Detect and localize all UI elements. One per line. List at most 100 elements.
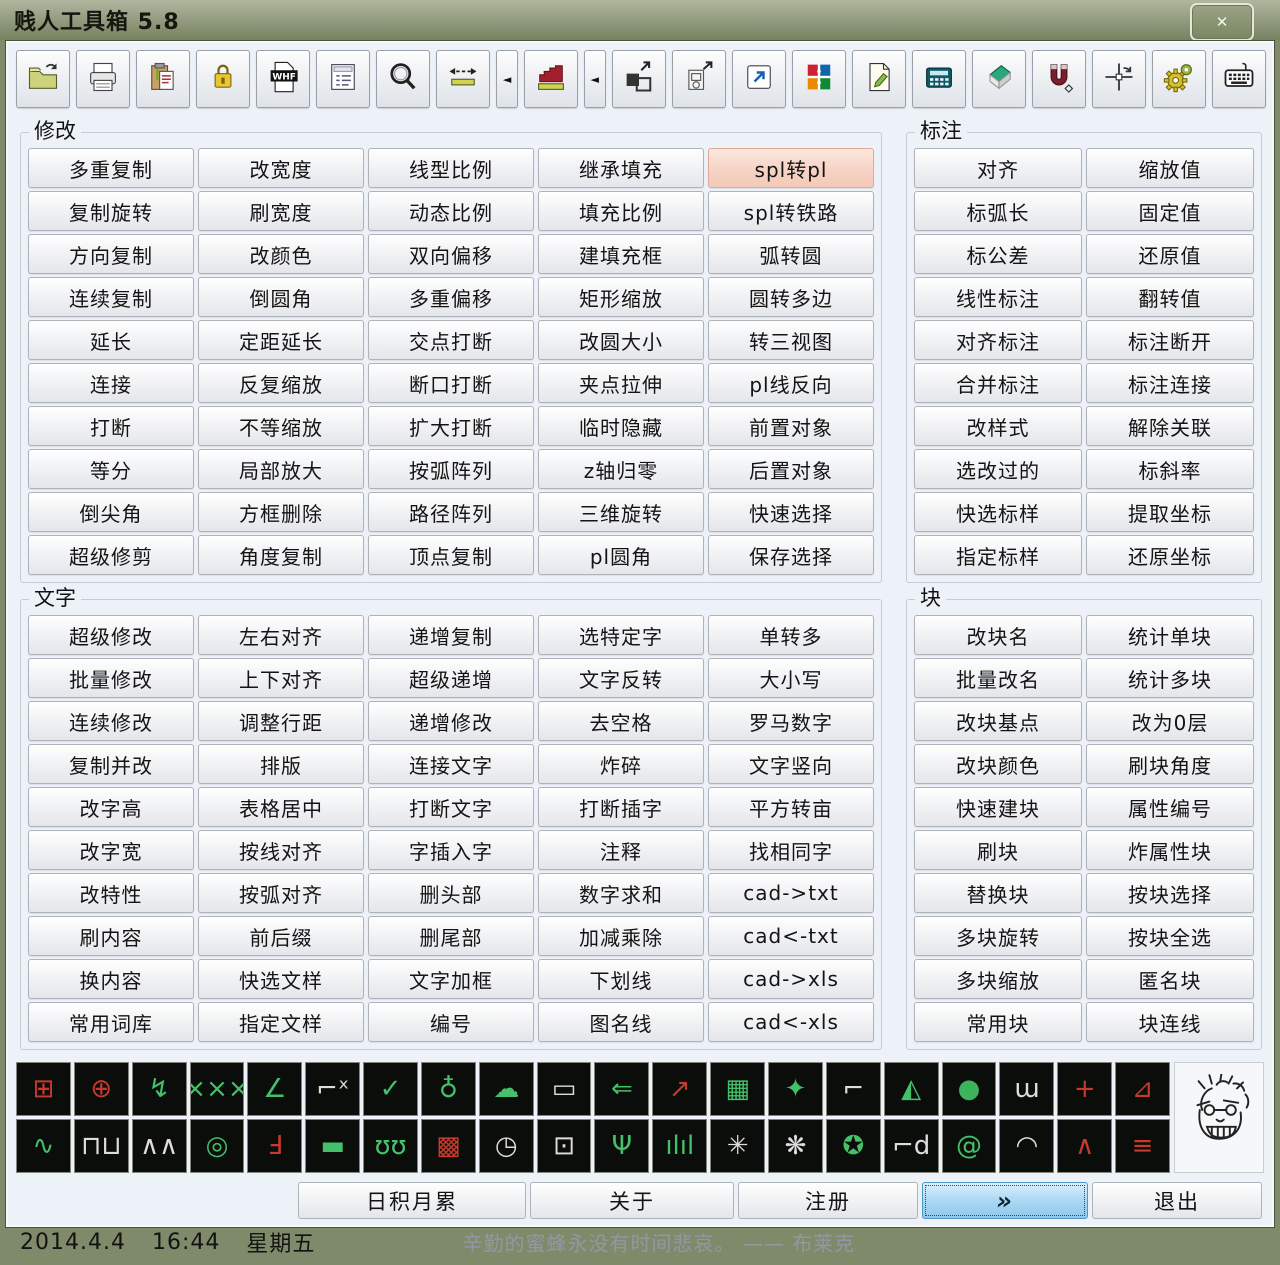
sine-wave-icon[interactable]: ∿ xyxy=(16,1119,71,1173)
tool-button[interactable]: 倒尖角 xyxy=(28,492,194,532)
about-button[interactable]: 关于 xyxy=(530,1182,734,1219)
tool-button[interactable]: cad<-txt xyxy=(708,916,874,956)
tool-button[interactable]: 打断插字 xyxy=(538,787,704,827)
line-graph-icon[interactable]: ⊿ xyxy=(1115,1062,1170,1116)
tool-button[interactable]: 单转多 xyxy=(708,615,874,655)
tool-button[interactable]: cad->xls xyxy=(708,959,874,999)
tool-button[interactable]: 翻转值 xyxy=(1086,277,1254,317)
tool-button[interactable]: 合并标注 xyxy=(914,363,1082,403)
tool-button[interactable]: 标注断开 xyxy=(1086,320,1254,360)
tool-button[interactable]: 方框删除 xyxy=(198,492,364,532)
tool-button[interactable]: 换内容 xyxy=(28,959,194,999)
tool-button[interactable]: 文字竖向 xyxy=(708,744,874,784)
tool-button[interactable]: 局部放大 xyxy=(198,449,364,489)
coordinate-marks-icon[interactable]: ⌐ˣ xyxy=(305,1062,361,1116)
close-button[interactable]: ✕ xyxy=(1190,3,1254,41)
tool-button[interactable]: 顶点复制 xyxy=(368,535,534,575)
area-chart-button[interactable] xyxy=(523,50,578,108)
tool-button[interactable]: 快速选择 xyxy=(708,492,874,532)
tool-button[interactable]: 改圆大小 xyxy=(538,320,704,360)
tool-button[interactable]: 字插入字 xyxy=(368,830,534,870)
tool-button[interactable]: 连接文字 xyxy=(368,744,534,784)
tool-button[interactable]: 填充比例 xyxy=(538,191,704,231)
tool-button[interactable]: z轴归零 xyxy=(538,449,704,489)
tool-button[interactable]: 缩放值 xyxy=(1086,148,1254,188)
tool-button[interactable]: 双向偏移 xyxy=(368,234,534,274)
revision-cloud-icon[interactable]: ☁ xyxy=(478,1062,534,1116)
crosshair-rotate-button[interactable] xyxy=(1091,50,1146,108)
open-folder-button[interactable] xyxy=(16,50,71,108)
dot-blob-icon[interactable]: ● xyxy=(941,1062,997,1116)
spring-coil-icon[interactable]: ʊʊ xyxy=(363,1119,418,1173)
tool-button[interactable]: 定距延长 xyxy=(198,320,364,360)
gauge-arc-icon[interactable]: ◠ xyxy=(999,1119,1055,1173)
gear-flower-icon[interactable]: ✳ xyxy=(710,1119,766,1173)
tool-button[interactable]: 连续复制 xyxy=(28,277,194,317)
tool-button[interactable]: 对齐 xyxy=(914,148,1082,188)
tool-button[interactable]: 刷块 xyxy=(914,830,1082,870)
tool-button[interactable]: 方向复制 xyxy=(28,234,194,274)
tool-button[interactable]: cad<-xls xyxy=(708,1002,874,1042)
clipboard-paste-button[interactable] xyxy=(136,50,191,108)
tool-button[interactable]: 弧转圆 xyxy=(708,234,874,274)
signal-noise-icon[interactable]: ılıl xyxy=(652,1119,708,1173)
expand-button[interactable]: » xyxy=(922,1182,1088,1219)
tool-button[interactable]: pl线反向 xyxy=(708,363,874,403)
tool-button[interactable]: 批量改名 xyxy=(914,658,1082,698)
tool-button[interactable]: 断口打断 xyxy=(368,363,534,403)
square-wave-icon[interactable]: ⊓⊔ xyxy=(73,1119,129,1173)
curve-chart-icon[interactable]: ↗ xyxy=(652,1062,708,1116)
tool-button[interactable]: 按线对齐 xyxy=(198,830,364,870)
tool-button[interactable]: 批量修改 xyxy=(28,658,194,698)
tool-button[interactable]: 复制并改 xyxy=(28,744,194,784)
magnet-button[interactable] xyxy=(1031,50,1086,108)
tool-button[interactable]: 属性编号 xyxy=(1086,787,1254,827)
tool-button[interactable]: 打断 xyxy=(28,406,194,446)
daily-tips-button[interactable]: 日积月累 xyxy=(298,1182,526,1219)
tool-button[interactable]: 标公差 xyxy=(914,234,1082,274)
tool-button[interactable]: 加减乘除 xyxy=(538,916,704,956)
thick-line-icon[interactable]: ▬ xyxy=(305,1119,361,1173)
tool-button[interactable]: 平方转亩 xyxy=(708,787,874,827)
tool-button[interactable]: 炸碎 xyxy=(538,744,704,784)
tool-button[interactable]: 改为0层 xyxy=(1086,701,1254,741)
table-grid-icon[interactable]: ▦ xyxy=(710,1062,766,1116)
red-cross-icon[interactable]: + xyxy=(1057,1062,1113,1116)
tool-button[interactable]: 标斜率 xyxy=(1086,449,1254,489)
hatched-square-icon[interactable]: ▩ xyxy=(420,1119,476,1173)
concentric-circles-icon[interactable]: ◎ xyxy=(189,1119,245,1173)
exit-button[interactable]: 退出 xyxy=(1092,1182,1262,1219)
tool-button[interactable]: 文字加框 xyxy=(368,959,534,999)
tool-button[interactable]: 角度复制 xyxy=(198,535,364,575)
tool-button[interactable]: 改块颜色 xyxy=(914,744,1082,784)
tool-button[interactable]: 炸属性块 xyxy=(1086,830,1254,870)
open-external-button[interactable] xyxy=(731,50,786,108)
tool-button[interactable]: 前置对象 xyxy=(708,406,874,446)
compass-needle-icon[interactable]: ◭ xyxy=(883,1062,939,1116)
tool-button[interactable]: 删头部 xyxy=(368,873,534,913)
tool-button[interactable]: 块连线 xyxy=(1086,1002,1254,1042)
tool-button[interactable]: 编号 xyxy=(368,1002,534,1042)
tool-button[interactable]: 匿名块 xyxy=(1086,959,1254,999)
tool-button[interactable]: 统计单块 xyxy=(1086,615,1254,655)
tool-button[interactable]: 等分 xyxy=(28,449,194,489)
star4-icon[interactable]: ✦ xyxy=(768,1062,823,1116)
tool-button[interactable]: 改颜色 xyxy=(198,234,364,274)
tool-button[interactable]: 注释 xyxy=(538,830,704,870)
tool-button[interactable]: 按弧阵列 xyxy=(368,449,534,489)
tool-button[interactable]: 临时隐藏 xyxy=(538,406,704,446)
tool-button[interactable]: 改特性 xyxy=(28,873,194,913)
tool-button[interactable]: 矩形缩放 xyxy=(538,277,704,317)
tool-button[interactable]: 多重偏移 xyxy=(368,277,534,317)
clock-icon[interactable]: ◷ xyxy=(478,1119,534,1173)
step-d-icon[interactable]: ⌐d xyxy=(883,1119,939,1173)
tool-button[interactable]: 多重复制 xyxy=(28,148,194,188)
tool-button[interactable]: 表格居中 xyxy=(198,787,364,827)
calculator-button[interactable] xyxy=(911,50,966,108)
magnifier-button[interactable] xyxy=(376,50,431,108)
tool-button[interactable]: 固定值 xyxy=(1086,191,1254,231)
tool-button[interactable]: 选改过的 xyxy=(914,449,1082,489)
tool-button[interactable]: 线型比例 xyxy=(368,148,534,188)
tool-button[interactable]: 刷块角度 xyxy=(1086,744,1254,784)
tool-button[interactable]: 改字高 xyxy=(28,787,194,827)
